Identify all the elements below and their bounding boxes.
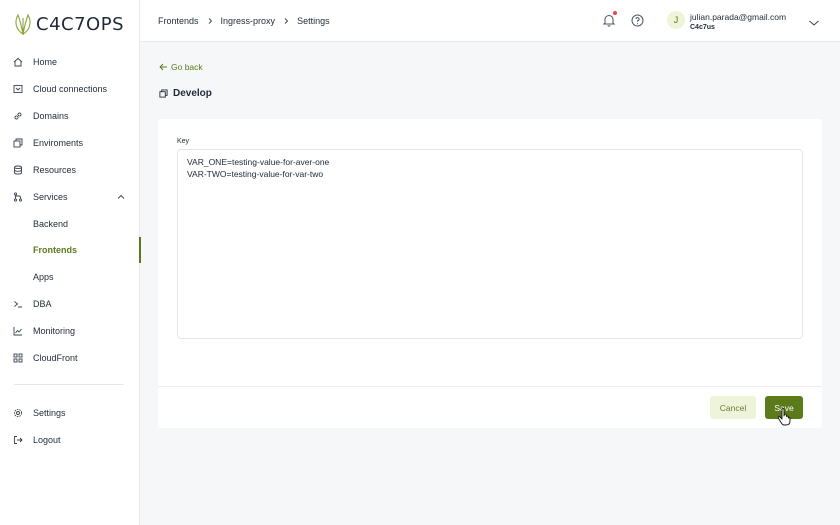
logo[interactable]: C4C7OPS [12, 12, 124, 36]
database-icon [13, 165, 23, 175]
logout-icon [13, 435, 23, 445]
card-divider [158, 386, 822, 387]
sidebar-item-apps[interactable]: Apps [0, 264, 140, 290]
sidebar-item-domains[interactable]: Domains [0, 103, 140, 129]
sidebar: C4C7OPS Home Cloud connections Domains E… [0, 0, 141, 525]
breadcrumb-item-frontends[interactable]: Frontends [158, 16, 199, 26]
breadcrumb-item-ingress-proxy[interactable]: Ingress-proxy [221, 16, 276, 26]
terminal-icon [13, 299, 23, 309]
sidebar-item-label: Cloud connections [33, 84, 108, 94]
breadcrumb-item-settings: Settings [297, 16, 330, 26]
cancel-button[interactable]: Cancel [710, 396, 756, 419]
sidebar-item-label: DBA [33, 299, 52, 309]
sidebar-item-label: Enviroments [33, 138, 84, 148]
gear-icon [13, 408, 23, 418]
key-textarea[interactable]: VAR_ONE=testing-value-for-aver-one VAR-T… [177, 149, 803, 339]
go-back-link[interactable]: Go back [159, 62, 203, 72]
cloud-connections-icon [13, 84, 23, 94]
top-header: Frontends Ingress-proxy Settings J julia… [140, 0, 840, 42]
sidebar-item-dba[interactable]: DBA [0, 291, 140, 317]
breadcrumb: Frontends Ingress-proxy Settings [158, 16, 330, 26]
bell-icon[interactable] [602, 13, 616, 27]
sidebar-item-label: Home [33, 57, 58, 67]
sidebar-item-label: Backend [33, 219, 69, 229]
section-title-text: Develop [173, 88, 212, 99]
avatar[interactable]: J [667, 11, 685, 29]
chevron-right-icon [281, 16, 291, 26]
env-vars-card: Key VAR_ONE=testing-value-for-aver-one V… [158, 119, 822, 428]
help-icon[interactable] [631, 14, 644, 27]
arrow-left-icon [159, 63, 167, 71]
layers-icon [13, 138, 23, 148]
sidebar-item-enviroments[interactable]: Enviroments [0, 130, 140, 156]
sidebar-item-services[interactable]: Services [0, 184, 140, 210]
sidebar-item-label: Logout [33, 435, 61, 445]
chevron-down-icon[interactable] [808, 15, 820, 26]
chart-line-icon [13, 326, 23, 336]
chevron-right-icon [205, 16, 215, 26]
notification-dot [613, 11, 617, 15]
logo-text: C4C7OPS [36, 13, 124, 35]
sidebar-item-label: Settings [33, 408, 66, 418]
sidebar-item-label: Frontends [33, 245, 77, 255]
section-title: Develop [159, 88, 212, 99]
user-email: julian.parada@gmail.com [690, 12, 787, 22]
home-icon [13, 57, 23, 67]
user-org: C4c7us [690, 24, 715, 31]
sidebar-item-label: Services [33, 192, 68, 202]
sidebar-item-label: Apps [33, 272, 54, 282]
logo-leaf-icon [15, 13, 31, 36]
sidebar-item-label: CloudFront [33, 353, 78, 363]
sidebar-item-label: Domains [33, 111, 69, 121]
go-back-label: Go back [171, 62, 203, 72]
sidebar-item-resources[interactable]: Resources [0, 157, 140, 183]
hand-pointer-icon [777, 408, 791, 426]
sidebar-item-home[interactable]: Home [0, 49, 140, 75]
grid-icon [13, 353, 23, 363]
link-icon [13, 111, 23, 121]
sidebar-divider [14, 384, 124, 385]
sidebar-item-cloud-connections[interactable]: Cloud connections [0, 76, 140, 102]
layers-icon [159, 89, 168, 98]
sidebar-item-frontends[interactable]: Frontends [0, 237, 141, 263]
sidebar-item-settings[interactable]: Settings [0, 400, 140, 426]
sidebar-item-backend[interactable]: Backend [0, 211, 140, 237]
sidebar-item-logout[interactable]: Logout [0, 427, 140, 453]
key-label: Key [177, 138, 190, 145]
sidebar-item-label: Monitoring [33, 326, 76, 336]
sidebar-item-cloudfront[interactable]: CloudFront [0, 345, 140, 371]
sidebar-item-monitoring[interactable]: Monitoring [0, 318, 140, 344]
git-branch-icon [13, 192, 23, 202]
sidebar-item-label: Resources [33, 165, 77, 175]
chevron-up-icon[interactable] [116, 192, 126, 202]
